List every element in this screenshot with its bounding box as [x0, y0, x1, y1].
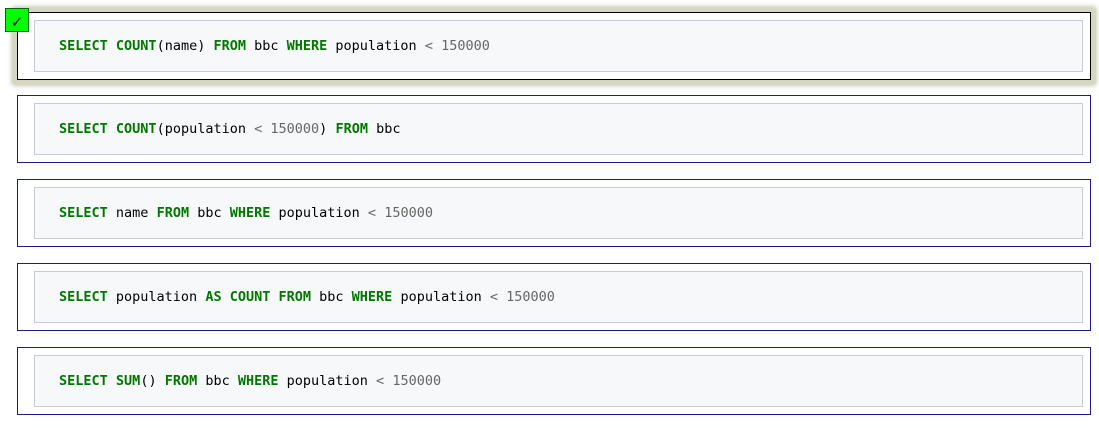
sql-keyword: FROM: [156, 205, 190, 221]
sql-keyword: SELECT: [59, 205, 108, 221]
sql-text: population: [327, 38, 425, 54]
sql-keyword: COUNT: [229, 289, 271, 305]
sql-number: 150000: [506, 289, 555, 305]
answer-option-2[interactable]: SELECT COUNT (population < 150000) FROM b…: [17, 95, 1091, 163]
sql-number: 150000: [392, 373, 442, 389]
answer-option-3[interactable]: SELECT name FROM bbc WHERE population < …: [17, 179, 1091, 247]
code-block: SELECT COUNT (name) FROM bbc WHERE popula…: [34, 20, 1083, 72]
code-block: SELECT SUM() FROM bbc WHERE population <…: [34, 355, 1083, 407]
sql-keyword: WHERE: [229, 205, 271, 221]
sql-text: bbc: [367, 121, 401, 137]
sql-text: bbc: [197, 373, 238, 389]
sql-text: population: [270, 205, 368, 221]
check-mark-icon: ✓: [10, 13, 24, 31]
sql-operator: <: [376, 373, 385, 389]
sql-keyword: SELECT: [59, 121, 108, 137]
sql-text: bbc: [245, 38, 287, 54]
sql-keyword: AS: [205, 289, 222, 305]
sql-operator: <: [254, 121, 263, 137]
sql-text: ): [319, 121, 336, 137]
sql-keyword: SELECT: [59, 373, 108, 389]
sql-text: name: [107, 205, 157, 221]
sql-text: (): [140, 373, 165, 389]
sql-keyword: SELECT: [59, 38, 108, 54]
sql-operator: <: [367, 205, 377, 221]
sql-operator: <: [489, 289, 498, 305]
sql-keyword: SELECT: [59, 289, 108, 305]
sql-text: bbc: [189, 205, 230, 221]
sql-text: population: [392, 289, 490, 305]
sql-text: bbc: [311, 289, 352, 305]
check-badge: ✓: [5, 8, 29, 32]
sql-keyword: WHERE: [237, 373, 279, 389]
code-block: SELECT COUNT (population < 150000) FROM b…: [34, 103, 1083, 155]
answer-option-5[interactable]: SELECT SUM() FROM bbc WHERE population <…: [17, 347, 1091, 415]
sql-function: COUNT: [115, 38, 157, 54]
sql-keyword: FROM: [164, 373, 198, 389]
answer-option-4[interactable]: SELECT population AS COUNT FROM bbc WHER…: [17, 263, 1091, 331]
sql-keyword: FROM: [213, 38, 246, 54]
sql-text: population: [278, 373, 377, 389]
sql-function: SUM: [115, 373, 141, 389]
sql-number: 150000: [441, 38, 490, 54]
sql-text: population: [107, 289, 206, 305]
sql-keyword: FROM: [278, 289, 312, 305]
sql-function: COUNT: [115, 121, 157, 137]
sql-keyword: WHERE: [351, 289, 393, 305]
sql-keyword: WHERE: [286, 38, 328, 54]
answer-option-1[interactable]: SELECT COUNT (name) FROM bbc WHERE popula…: [17, 12, 1091, 80]
code-block: SELECT population AS COUNT FROM bbc WHER…: [34, 271, 1083, 323]
code-block: SELECT name FROM bbc WHERE population < …: [34, 187, 1083, 239]
sql-operator: <: [424, 38, 433, 54]
sql-text: (name): [156, 38, 214, 54]
sql-number: 150000: [270, 121, 320, 137]
sql-keyword: FROM: [335, 121, 368, 137]
sql-number: 150000: [384, 205, 433, 221]
sql-text: (population: [156, 121, 255, 137]
